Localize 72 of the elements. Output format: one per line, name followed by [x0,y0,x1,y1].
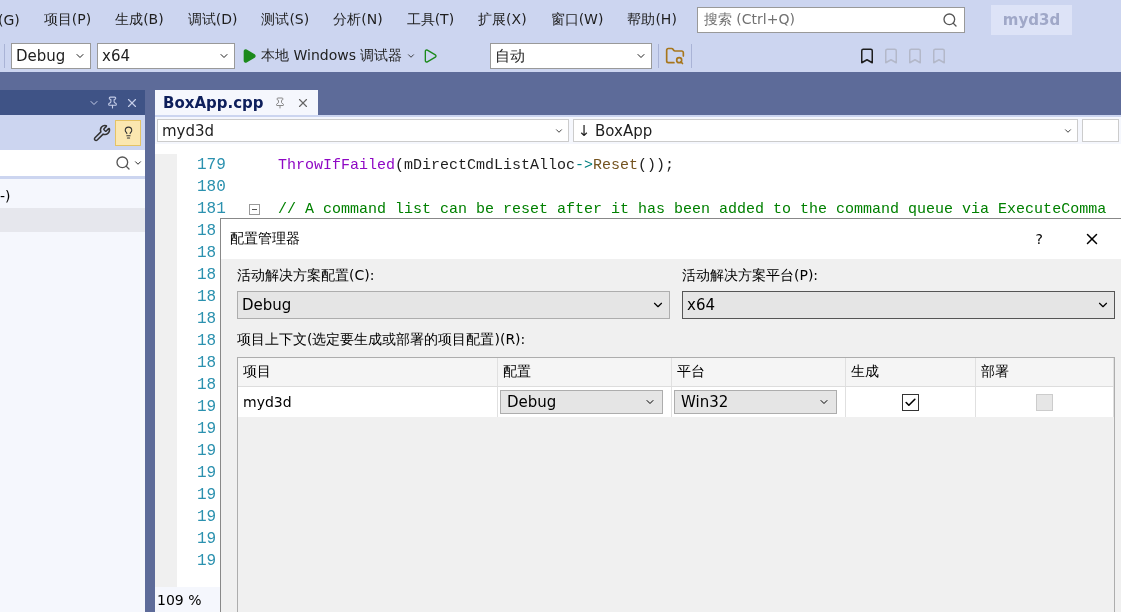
section-label: 项目上下文(选定要生成或部署的项目配置)(R): [237,331,527,349]
play-icon[interactable] [422,48,439,64]
project-dropdown[interactable]: myd3d [157,119,569,142]
solution-name: myd3d [990,5,1073,35]
target-dropdown[interactable]: 自动 [490,43,653,69]
menu-item[interactable]: 扩展(X) [466,11,539,29]
pin-icon[interactable] [106,96,119,109]
platform-dropdown[interactable]: x64 [682,291,1115,319]
line-number: 18 [196,354,218,372]
line-number: 18 [196,222,218,240]
column-header: 部署 [976,358,1114,386]
caret-icon [406,51,417,61]
zoom-level: 109 % [157,591,202,608]
build-checkbox[interactable] [902,393,919,411]
dialog-title: 配置管理器 [230,230,300,248]
line-number: 19 [196,398,218,416]
tree-item[interactable]: -) [0,184,145,208]
line-number: 18 [196,244,218,262]
pin-icon[interactable] [273,96,286,109]
line-number: 18 [196,376,218,394]
check-icon [904,395,917,409]
menu-item[interactable]: 测试(S) [249,11,322,29]
menu-item[interactable]: 生成(B) [103,11,176,29]
menu-item[interactable]: 工具(T) [394,11,467,29]
field-label: 活动解决方案平台(P): [682,267,820,285]
platform-dropdown[interactable]: Win32 [674,390,837,414]
play-icon [241,48,257,64]
run-button[interactable]: 本地 Windows 调试器 [241,47,417,65]
field-label: 活动解决方案配置(C): [237,267,376,285]
column-header: 项目 [238,358,498,386]
configuration-dropdown[interactable]: Debug [11,43,91,69]
folder-search-icon[interactable] [665,46,686,66]
menu-item[interactable]: (G) [0,12,32,28]
line-number: 19 [196,420,218,438]
line-number: 19 [196,442,218,460]
column-header: 配置 [498,358,672,386]
table-cell: myd3d [238,387,498,417]
menu-item[interactable]: 窗口(W) [538,11,616,29]
help-button[interactable]: ? [1035,231,1043,247]
line-number: 19 [196,552,218,570]
configuration-dropdown[interactable]: Debug [500,390,663,414]
search-icon [115,155,131,171]
line-number: 19 [196,486,218,504]
menu-item[interactable]: 帮助(H) [615,11,689,29]
code-line: ThrowIfFailed(mDirectCmdListAlloc->Reset()); [278,156,675,174]
line-number: 18 [196,288,218,306]
column-header: 生成 [846,358,976,386]
scope-dropdown[interactable]: ↓ BoxApp [572,119,1079,142]
file-tab[interactable]: BoxApp.cpp [155,90,318,115]
platform-dropdown[interactable]: x64 [97,43,235,69]
collapse-icon[interactable] [249,203,260,215]
search-field[interactable] [0,150,145,179]
line-number: 19 [196,530,218,548]
line-number: 18 [196,310,218,328]
column-header: 平台 [672,358,846,386]
caret-icon [133,158,143,168]
line-number: 179 [196,156,227,174]
line-number: 18 [196,266,218,284]
menu-item[interactable]: 调试(D) [175,11,250,29]
menu-item[interactable]: 分析(N) [321,11,395,29]
code-line: // A command list can be reset after it has been added to the command queue via ExecuteComma [278,200,1107,218]
line-number: 19 [196,464,218,482]
menu-item[interactable]: 项目(P) [31,11,104,29]
search-field[interactable]: 搜索 (Ctrl+Q) [696,7,965,33]
highlight-button[interactable] [115,119,141,146]
search-icon [941,12,958,28]
line-number: 181 [196,200,227,218]
line-number: 180 [196,178,227,196]
configuration-dropdown[interactable]: Debug [237,291,670,319]
line-number: 19 [196,508,218,526]
wrench-icon[interactable] [93,123,111,142]
line-number: 18 [196,332,218,350]
